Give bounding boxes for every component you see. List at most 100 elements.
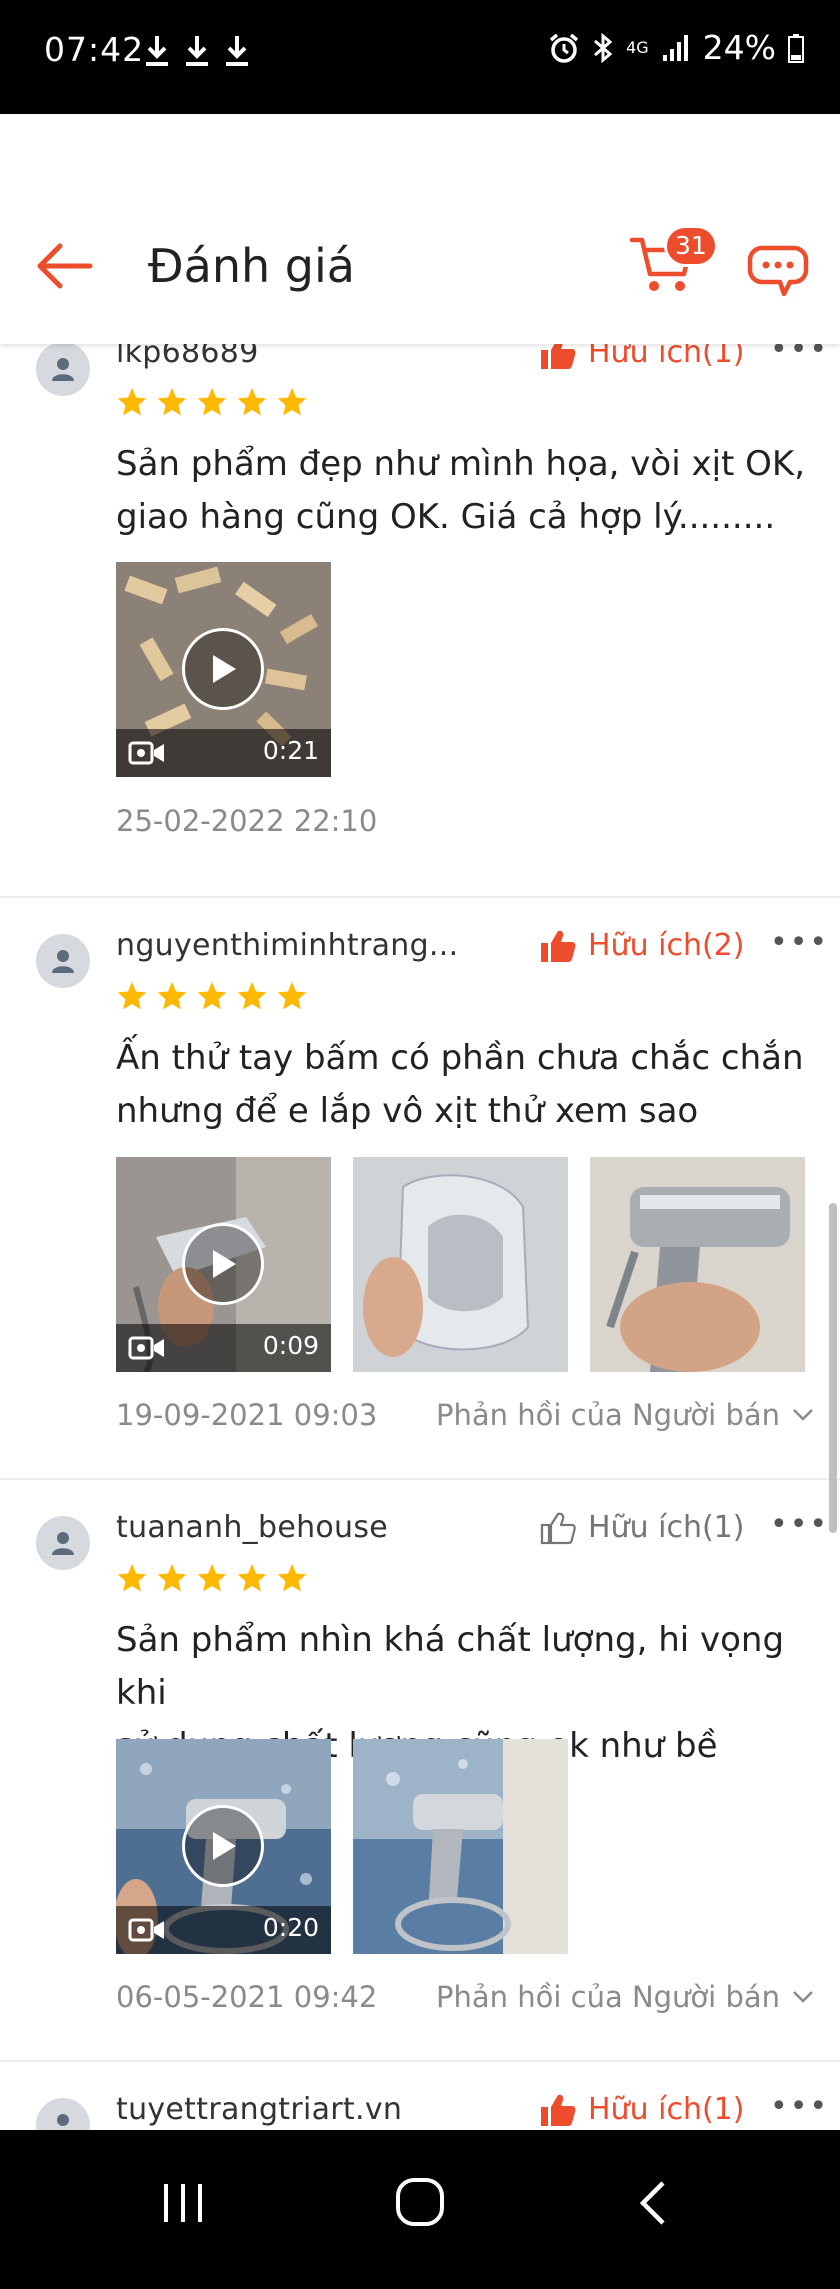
review-text-line: nhưng để e lắp vô xịt thử xem sao (116, 1091, 699, 1131)
review-list[interactable]: lkp68689 Hữu ích(1) ••• Sản phẩm đẹp như… (0, 344, 840, 2130)
status-bar: 07:42 4G 24% (0, 0, 840, 114)
download-notifications (144, 34, 250, 68)
star-icon (117, 388, 147, 416)
home-icon (396, 2178, 444, 2226)
user-icon (52, 950, 74, 973)
system-navigation-bar (0, 2130, 840, 2289)
chevron-left-icon (639, 2181, 665, 2225)
helpful-label: Hữu ích(2) (588, 928, 745, 963)
page-title: Đánh giá (148, 239, 355, 293)
reviewer-username[interactable]: tuananh_behouse (116, 1510, 388, 1545)
user-icon (52, 358, 74, 381)
video-info-bar: 0:09 (116, 1324, 331, 1372)
review-text-line: Sản phẩm nhìn khá chất lượng, hi vọng kh… (116, 1620, 785, 1713)
review-date: 06-05-2021 09:42 (116, 1980, 378, 2014)
star-icon (117, 1564, 147, 1592)
avatar[interactable] (36, 1516, 90, 1570)
system-back-button[interactable] (638, 2180, 668, 2230)
review-text-line: Ấn thử tay bấm có phần chưa chắc chắn (116, 1038, 804, 1078)
avatar[interactable] (36, 2098, 90, 2130)
review-item: tuananh_behouse Hữu ích(1) ••• Sản phẩm … (0, 1480, 840, 2062)
signal-icon (661, 33, 691, 63)
thumbs-up-outline-icon (540, 1512, 576, 1544)
video-thumbnail[interactable]: 0:20 (116, 1739, 331, 1954)
seller-reply-toggle[interactable]: Phản hồi của Người bán (436, 1398, 814, 1432)
more-options-button[interactable]: ••• (770, 925, 829, 960)
star-rating (116, 980, 308, 1012)
helpful-button[interactable]: Hữu ích(1) (540, 344, 744, 370)
network-type-icon: 4G (626, 37, 649, 57)
avatar[interactable] (36, 344, 90, 396)
helpful-button[interactable]: Hữu ích(1) (540, 2092, 744, 2127)
user-icon (57, 2114, 69, 2126)
chat-button[interactable] (744, 240, 810, 300)
thumbs-up-filled-icon (541, 930, 576, 962)
arrow-left-icon (37, 243, 93, 289)
battery-icon (788, 33, 804, 63)
battery-percent: 24% (702, 28, 776, 67)
video-camera-icon (128, 1336, 164, 1360)
star-icon (157, 1564, 187, 1592)
thumbs-up-filled-icon (541, 2094, 576, 2126)
review-media: 0:09 (116, 1157, 805, 1372)
review-item: tuyettrangtriart.vn Hữu ích(1) ••• (0, 2062, 840, 2130)
download-icon (144, 34, 170, 68)
video-camera-icon (128, 741, 164, 765)
video-info-bar: 0:21 (116, 729, 331, 777)
review-media: 0:21 (116, 562, 331, 777)
helpful-button[interactable]: Hữu ích(1) (540, 1510, 744, 1545)
chevron-down-icon (793, 1409, 813, 1421)
play-icon[interactable] (182, 628, 264, 710)
image-thumbnail[interactable] (353, 1157, 568, 1372)
helpful-label: Hữu ích(1) (588, 344, 745, 370)
helpful-label: Hữu ích(1) (588, 2092, 745, 2127)
star-icon (197, 1564, 227, 1592)
cart-count-badge: 31 (664, 225, 718, 267)
reviewer-username[interactable]: tuyettrangtriart.vn (116, 2092, 402, 2127)
recent-apps-icon (164, 2184, 202, 2222)
scrollbar[interactable] (829, 1203, 837, 1533)
review-media: 0:20 (116, 1739, 568, 1954)
image-thumbnail[interactable] (353, 1739, 568, 1954)
star-rating (116, 1562, 308, 1594)
star-icon (277, 388, 307, 416)
avatar[interactable] (36, 934, 90, 988)
review-date: 25-02-2022 22:10 (116, 804, 378, 838)
star-icon (117, 982, 147, 1010)
star-icon (197, 388, 227, 416)
reviewer-username[interactable]: lkp68689 (116, 344, 259, 370)
chevron-down-icon (793, 1991, 813, 2003)
recent-apps-button[interactable] (160, 2180, 206, 2230)
download-icon (184, 34, 210, 68)
review-item: nguyenthiminhtrang... Hữu ích(2) ••• Ấn … (0, 898, 840, 1480)
star-rating (116, 386, 308, 418)
play-icon[interactable] (182, 1223, 264, 1305)
video-thumbnail[interactable]: 0:09 (116, 1157, 331, 1372)
helpful-button[interactable]: Hữu ích(2) (540, 928, 744, 963)
reviewer-username[interactable]: nguyenthiminhtrang... (116, 928, 458, 963)
back-button[interactable] (32, 234, 96, 298)
star-icon (237, 982, 267, 1010)
review-text-line: giao hàng cũng OK. Giá cả hợp lý........… (116, 497, 776, 537)
star-icon (237, 1564, 267, 1592)
seller-reply-toggle[interactable]: Phản hồi của Người bán (436, 1980, 814, 2014)
helpful-label: Hữu ích(1) (588, 1510, 745, 1545)
star-icon (157, 982, 187, 1010)
more-options-button[interactable]: ••• (770, 344, 829, 367)
star-icon (237, 388, 267, 416)
review-text: Sản phẩm đẹp như mình họa, vòi xịt OK, g… (116, 438, 816, 544)
play-icon[interactable] (182, 1805, 264, 1887)
video-thumbnail[interactable]: 0:21 (116, 562, 331, 777)
status-time: 07:42 (44, 30, 145, 69)
chat-icon (747, 245, 809, 297)
more-options-button[interactable]: ••• (770, 1507, 829, 1542)
app-bar: Đánh giá 31 (0, 114, 840, 344)
image-thumbnail[interactable] (590, 1157, 805, 1372)
thumbs-up-filled-icon (541, 344, 576, 369)
video-duration: 0:21 (262, 736, 319, 765)
home-button[interactable] (394, 2176, 446, 2232)
star-icon (277, 1564, 307, 1592)
more-options-button[interactable]: ••• (770, 2089, 829, 2124)
user-icon (52, 1532, 74, 1555)
status-indicators: 4G 24% (548, 28, 804, 67)
